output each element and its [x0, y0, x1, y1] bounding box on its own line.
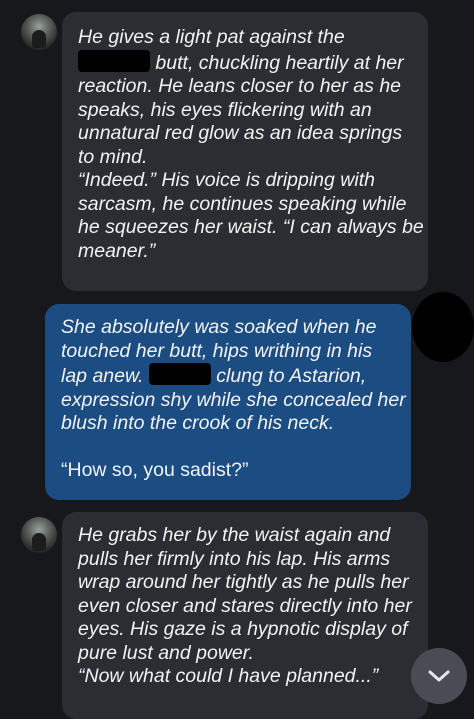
message-line-text: clung to Astarion,: [216, 365, 367, 387]
message-line: expression shy while she concealed her: [61, 388, 406, 411]
message-line-text: lap anew.: [61, 365, 144, 387]
chevron-down-icon: [427, 669, 451, 683]
message-line: he squeezes her waist. “I can always be: [78, 216, 424, 238]
bot-message-bubble: He gives a light pat against the butt, c…: [62, 12, 428, 291]
message-line: blush into the crook of his neck.: [61, 412, 335, 434]
message-line: eyes. His gaze is a hypnotic display of: [78, 618, 408, 640]
message-line: pulls her firmly into his lap. His arms: [78, 547, 391, 570]
message-line: “Indeed.” His voice is dripping with: [78, 169, 375, 191]
bot-avatar[interactable]: [21, 14, 57, 50]
message-line: speaks, his eyes flickering with an: [78, 98, 372, 121]
message-line: She absolutely was soaked when he: [61, 316, 377, 338]
message-line: even closer and stares directly into her: [78, 594, 412, 617]
message-line: sarcasm, he continues speaking while: [78, 192, 407, 215]
message-line: wrap around her tightly as he pulls her: [78, 571, 409, 593]
message-line: “Now what could I have planned...”: [78, 665, 379, 687]
message-line: “How so, you sadist?”: [61, 458, 249, 481]
message-line: lap anew. clung to Astarion,: [61, 363, 411, 389]
message-line: meaner.”: [78, 239, 156, 262]
bot-message-bubble: He grabs her by the waist again and pull…: [62, 512, 428, 719]
message-line: pure lust and power.: [78, 641, 254, 664]
redaction-mark: [148, 363, 211, 385]
message-line: touched her butt, hips writhing in his: [61, 339, 373, 362]
message-line: He grabs her by the waist again and: [78, 524, 391, 546]
message-line: unnatural red glow as an idea springs: [78, 122, 403, 144]
scroll-to-bottom-button[interactable]: [411, 648, 467, 704]
message-line: reaction. He leans closer to her as he: [78, 75, 402, 97]
redacted-user-avatar: [412, 292, 474, 362]
message-line: butt, chuckling heartily at her: [78, 49, 428, 76]
bot-avatar[interactable]: [21, 517, 57, 553]
message-line: to mind.: [78, 145, 148, 168]
user-message-bubble: She absolutely was soaked when he touche…: [45, 304, 411, 500]
message-line-text: butt, chuckling heartily at her: [155, 51, 404, 74]
redaction-mark: [78, 49, 150, 72]
message-line: He gives a light pat against the: [78, 26, 345, 48]
